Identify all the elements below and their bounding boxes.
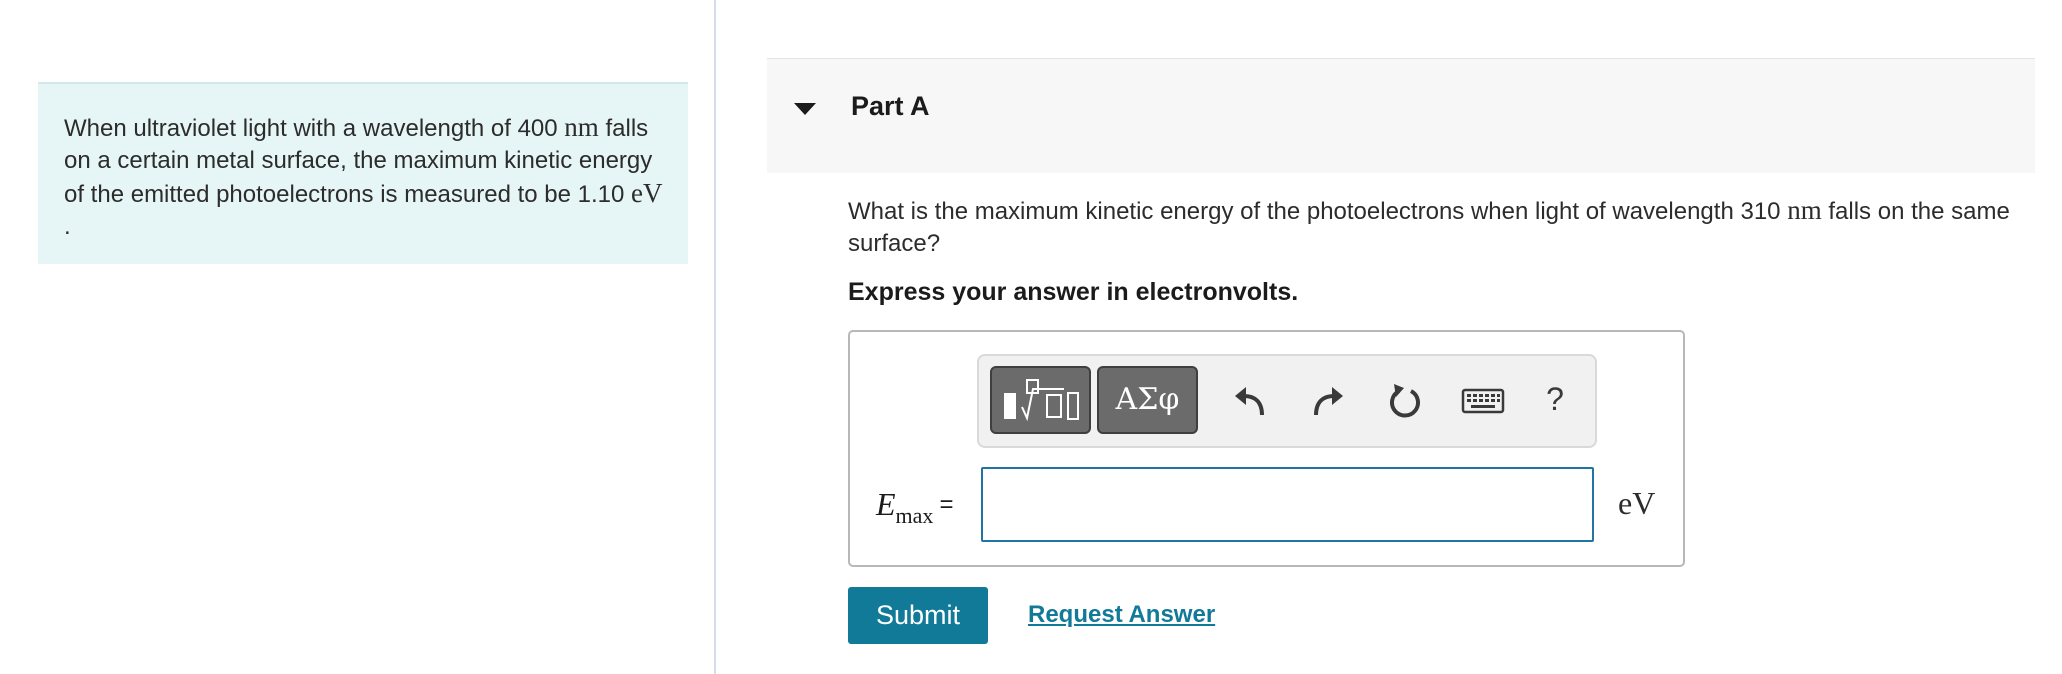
help-question-icon[interactable]: ? [1537, 376, 1573, 422]
problem-intro-text: When ultraviolet light with a wavelength… [64, 112, 663, 240]
greek-symbols-label: ΑΣφ [1115, 382, 1180, 417]
redo-arrow-icon[interactable] [1303, 378, 1349, 424]
problem-intro-panel: When ultraviolet light with a wavelength… [38, 82, 688, 264]
part-title: Part A [851, 91, 930, 121]
math-toolbar: ΑΣφ ? [977, 354, 1597, 448]
request-answer-link[interactable]: Request Answer [1028, 601, 1215, 629]
part-header[interactable]: Part A [767, 58, 2035, 173]
templates-button[interactable] [990, 366, 1091, 434]
collapse-caret-icon[interactable] [794, 103, 816, 115]
reset-circular-arrow-icon[interactable] [1382, 378, 1428, 424]
column-divider [714, 0, 716, 674]
answer-input-field[interactable] [981, 467, 1594, 542]
keyboard-icon[interactable] [1460, 378, 1506, 424]
submit-button[interactable]: Submit [848, 587, 988, 644]
variable-symbol: E [876, 486, 896, 522]
wavelength-unit: nm [564, 112, 599, 142]
question-wavelength-unit: nm [1787, 195, 1822, 225]
undo-arrow-icon[interactable] [1229, 378, 1275, 424]
answer-unit-label: eV [1618, 485, 1656, 521]
energy-unit: eV [631, 178, 663, 208]
variable-subscript: max [895, 503, 934, 528]
answer-instruction: Express your answer in electronvolts. [848, 278, 1299, 306]
equals-sign: = [939, 491, 954, 518]
answer-variable-label: Emax = [876, 486, 953, 529]
fraction-sqrt-templates-icon [1004, 379, 1079, 422]
question-text: What is the maximum kinetic energy of th… [848, 195, 2010, 257]
greek-symbols-button[interactable]: ΑΣφ [1097, 366, 1198, 434]
